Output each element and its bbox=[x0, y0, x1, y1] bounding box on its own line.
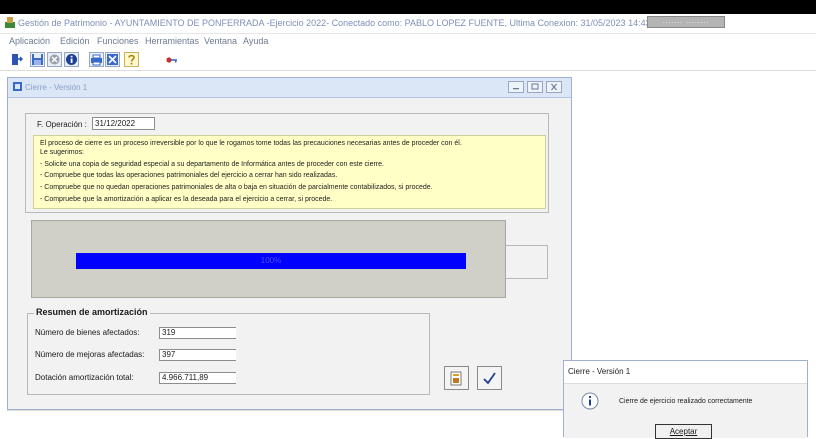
closing-notice: El proceso de cierre es un proceso irrev… bbox=[33, 135, 546, 209]
print-icon bbox=[91, 54, 102, 66]
window-icon bbox=[13, 82, 22, 91]
app-logo-icon bbox=[5, 17, 15, 28]
operation-date-field[interactable]: 31/12/2022 bbox=[92, 117, 155, 130]
menu-ventana[interactable]: Ventana bbox=[204, 36, 237, 46]
notice-line: - Compruebe que no quedan operaciones pa… bbox=[40, 184, 433, 191]
total-amortization-value: 4.966.711,89 bbox=[159, 372, 236, 384]
app-titlebar: Gestión de Patrimonio - AYUNTAMIENTO DE … bbox=[0, 14, 816, 34]
save-icon bbox=[32, 54, 43, 65]
minimize-icon bbox=[513, 88, 519, 90]
title-user-box: ....... ........ bbox=[647, 16, 725, 28]
progress-side-box bbox=[506, 245, 548, 279]
checkmark-icon bbox=[483, 372, 496, 385]
report-button[interactable] bbox=[444, 366, 469, 390]
operation-date-label: F. Operación : bbox=[37, 120, 87, 129]
cierre-window-title: Cierre - Versión 1 bbox=[25, 83, 88, 92]
accept-check-button[interactable] bbox=[477, 366, 502, 390]
dialog-body: Cierre de ejercicio realizado correctame… bbox=[564, 383, 807, 439]
progress-panel: 100% bbox=[31, 220, 506, 298]
help-icon bbox=[128, 54, 135, 65]
affected-improvements-label: Número de mejoras afectadas: bbox=[35, 350, 145, 359]
menu-funciones[interactable]: Funciones bbox=[97, 36, 139, 46]
save-button[interactable] bbox=[30, 52, 45, 67]
close-icon bbox=[551, 83, 557, 91]
progress-label: 100% bbox=[260, 256, 282, 265]
info-icon bbox=[581, 392, 599, 410]
help-button[interactable] bbox=[124, 52, 139, 67]
affected-assets-value: 319 bbox=[159, 327, 236, 339]
affected-improvements-value: 397 bbox=[159, 349, 236, 361]
total-amortization-label: Dotación amortización total: bbox=[35, 373, 134, 382]
progress-bar: 100% bbox=[76, 253, 466, 269]
menubar: Aplicación Edición Funciones Herramienta… bbox=[0, 34, 816, 48]
close-button[interactable] bbox=[546, 81, 562, 93]
delete-icon bbox=[49, 54, 60, 65]
maximize-icon bbox=[531, 83, 539, 90]
dialog-title: Cierre - Versión 1 bbox=[568, 367, 631, 376]
app-title: Gestión de Patrimonio - AYUNTAMIENTO DE … bbox=[18, 18, 666, 28]
info-button[interactable] bbox=[64, 52, 79, 67]
maximize-button[interactable] bbox=[527, 81, 543, 93]
accept-button-label: Aceptar bbox=[669, 427, 698, 436]
notice-line: - Solicite una copia de seguridad especi… bbox=[40, 161, 384, 168]
cancel-button[interactable] bbox=[105, 52, 120, 67]
exit-button[interactable] bbox=[9, 52, 24, 67]
status-strip bbox=[7, 410, 563, 433]
print-button[interactable] bbox=[89, 52, 104, 67]
menu-edicion[interactable]: Edición bbox=[60, 36, 90, 46]
notice-line: Le sugerimos: bbox=[40, 149, 84, 156]
minimize-button[interactable] bbox=[508, 81, 524, 93]
menu-ayuda[interactable]: Ayuda bbox=[243, 36, 268, 46]
notice-line: - Compruebe que la amortización a aplica… bbox=[40, 196, 333, 203]
notice-line: El proceso de cierre es un proceso irrev… bbox=[40, 140, 462, 147]
notice-line: - Compruebe que todas las operaciones pa… bbox=[40, 172, 338, 179]
dialog-message: Cierre de ejercicio realizado correctame… bbox=[619, 398, 753, 405]
confirmation-dialog: Cierre - Versión 1 Cierre de ejercicio r… bbox=[563, 360, 808, 439]
door-exit-icon bbox=[12, 54, 23, 65]
affected-assets-label: Número de bienes afectados: bbox=[35, 328, 140, 337]
toolbar bbox=[0, 50, 816, 71]
menu-herramientas[interactable]: Herramientas bbox=[145, 36, 199, 46]
menu-aplicacion[interactable]: Aplicación bbox=[9, 36, 50, 46]
cancel-icon bbox=[107, 54, 118, 65]
key-icon bbox=[166, 57, 177, 63]
info-icon bbox=[66, 54, 77, 65]
top-black-bar bbox=[0, 0, 816, 14]
summary-title: Resumen de amortización bbox=[34, 307, 150, 317]
delete-button[interactable] bbox=[47, 52, 62, 67]
report-icon bbox=[450, 371, 462, 386]
cierre-window-titlebar: Cierre - Versión 1 bbox=[8, 78, 571, 98]
key-button[interactable] bbox=[164, 52, 179, 67]
